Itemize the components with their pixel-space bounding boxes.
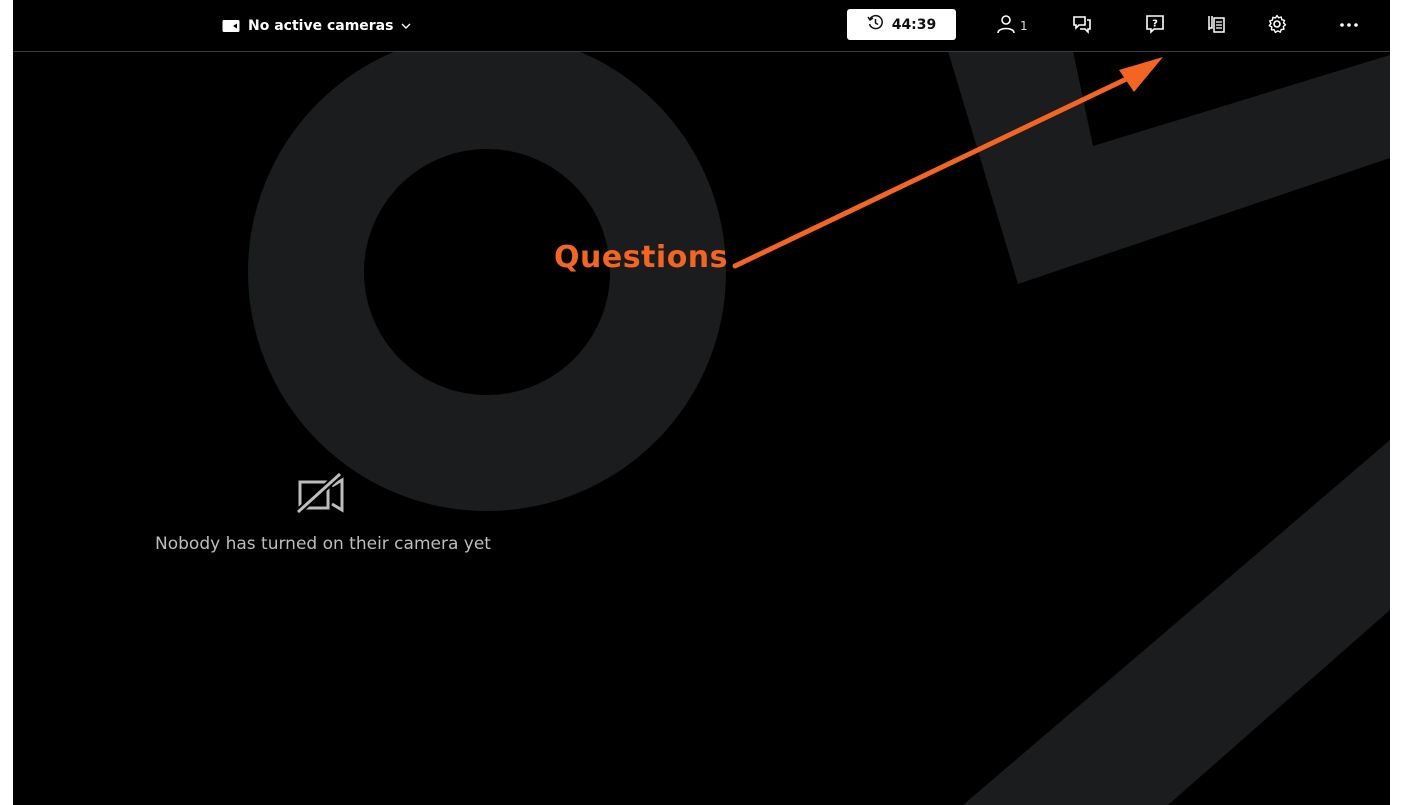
participants-button[interactable]: 1: [996, 12, 1028, 40]
empty-state-message: Nobody has turned on their camera yet: [155, 534, 491, 554]
video-camera-icon: [222, 19, 240, 33]
gear-icon: [1267, 14, 1287, 38]
background-angle-shape: [948, 51, 1390, 284]
camera-selector-label: No active cameras: [248, 18, 394, 34]
more-button[interactable]: [1339, 12, 1359, 40]
meeting-stage: No active cameras 44:39 1 ? Nobody has t…: [13, 0, 1390, 805]
background-diagonal-band: [963, 440, 1390, 805]
question-bubble-icon: ?: [1145, 14, 1165, 38]
chevron-down-icon: [401, 22, 411, 30]
person-icon: [996, 14, 1016, 38]
chat-bubbles-icon: [1072, 14, 1092, 38]
top-bar: No active cameras 44:39 1 ?: [13, 0, 1390, 52]
notes-button[interactable]: [1206, 12, 1226, 40]
camera-off-icon: [292, 471, 354, 518]
annotation-label: Questions: [554, 240, 729, 275]
chat-button[interactable]: [1072, 12, 1092, 40]
notes-icon: [1206, 14, 1226, 38]
participants-count: 1: [1020, 19, 1028, 33]
camera-empty-state: Nobody has turned on their camera yet: [103, 470, 543, 554]
camera-selector[interactable]: No active cameras: [222, 12, 411, 40]
meeting-timer[interactable]: 44:39: [847, 9, 956, 40]
more-horizontal-icon: [1339, 14, 1359, 38]
timer-value: 44:39: [891, 16, 937, 33]
svg-text:?: ?: [1152, 19, 1158, 30]
clock-history-icon: [867, 14, 884, 35]
questions-button[interactable]: ?: [1145, 12, 1165, 40]
background-decoration: [248, 33, 1390, 805]
settings-button[interactable]: [1267, 12, 1287, 40]
